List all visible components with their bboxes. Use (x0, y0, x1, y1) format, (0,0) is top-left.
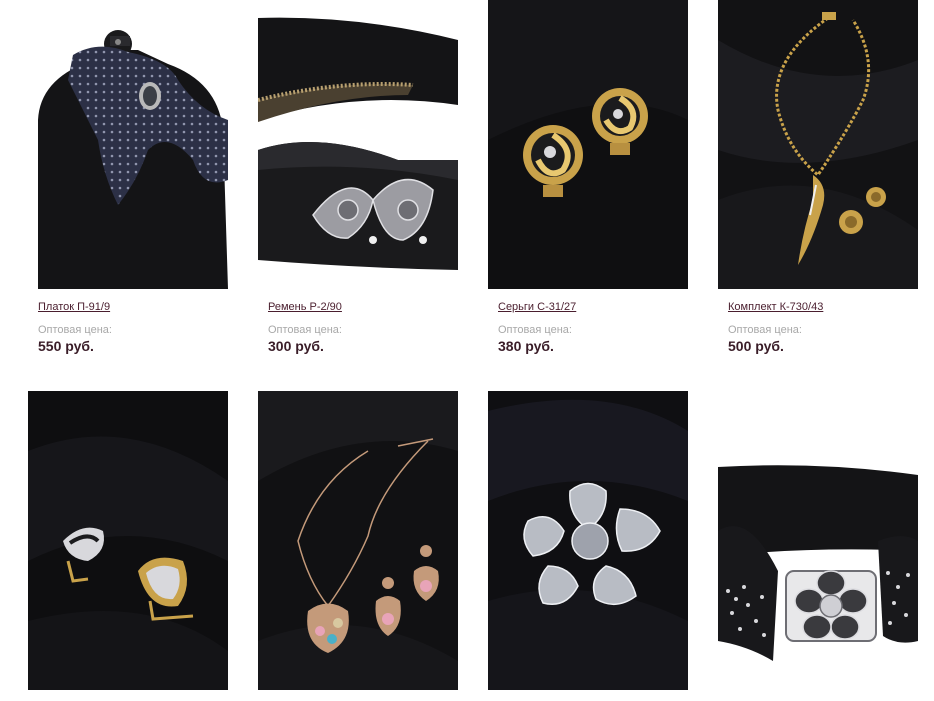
product-card (718, 391, 918, 690)
product-name-link[interactable]: Платок П-91/9 (38, 301, 110, 313)
product-card: Платок П-91/9 Оптовая цена: 550 руб. (28, 0, 228, 354)
product-image-necklace-set[interactable] (718, 0, 918, 289)
product-card (28, 391, 228, 690)
product-name-link[interactable]: Ремень Р-2/90 (268, 301, 342, 313)
product-image-scarf[interactable] (28, 0, 228, 289)
product-card: Серьги С-31/27 Оптовая цена: 380 руб. (488, 0, 688, 354)
product-card: Ремень Р-2/90 Оптовая цена: 300 руб. (258, 0, 458, 354)
product-card (258, 391, 458, 690)
product-name-link[interactable]: Серьги С-31/27 (498, 301, 576, 313)
product-name-link[interactable]: Комплект К-730/43 (728, 301, 823, 313)
product-price: 300 руб. (268, 338, 324, 354)
product-price: 380 руб. (498, 338, 554, 354)
price-label: Оптовая цена: (498, 324, 572, 336)
product-card (488, 391, 688, 690)
product-image-belt[interactable] (258, 0, 458, 289)
product-image-crystal-earrings[interactable] (28, 391, 228, 690)
product-image-flower-belt[interactable] (718, 391, 918, 690)
price-label: Оптовая цена: (38, 324, 112, 336)
product-price: 550 руб. (38, 338, 94, 354)
product-image-crystal-brooch[interactable] (488, 391, 688, 690)
product-image-earrings[interactable] (488, 0, 688, 289)
product-price: 500 руб. (728, 338, 784, 354)
price-label: Оптовая цена: (268, 324, 342, 336)
price-label: Оптовая цена: (728, 324, 802, 336)
product-image-rose-necklace-set[interactable] (258, 391, 458, 690)
product-card: Комплект К-730/43 Оптовая цена: 500 руб. (718, 0, 918, 354)
